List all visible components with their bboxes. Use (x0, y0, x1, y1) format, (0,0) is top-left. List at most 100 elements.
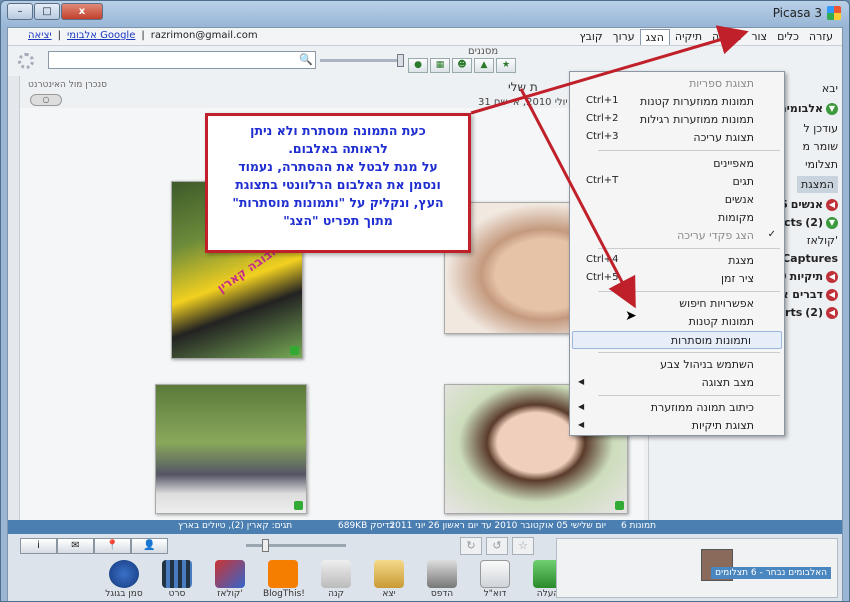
menu-item[interactable]: תמונות קטנות (570, 313, 784, 331)
shop-button[interactable]: קנה (316, 560, 356, 599)
tree-item-albums[interactable]: ▼ אלבומים (779, 100, 838, 117)
person-icon[interactable]: 👤 (131, 538, 168, 554)
sync-label: סנכרן מול האינטרנט (28, 80, 108, 90)
menu-item[interactable]: תמונות ממוזערות רגילות Ctrl+2 (570, 111, 784, 129)
tree-label: אלבומים (778, 102, 823, 115)
blog-button[interactable]: BlogThis! (263, 560, 305, 599)
zoom-slider[interactable] (246, 539, 346, 552)
menu-item[interactable]: כיתוב תמונה ממוזערת ◀ (570, 399, 784, 417)
expand-icon[interactable]: ▼ (826, 102, 838, 115)
uploaded-badge-icon (290, 346, 299, 355)
filter-location-icon[interactable]: ● (408, 58, 428, 73)
folder-icon (374, 560, 404, 588)
tree-item[interactable]: שומר מ (803, 138, 838, 155)
album-date: 31 יולי 2010, אי שם (478, 97, 568, 108)
movie-button[interactable]: סרט (157, 560, 197, 599)
menu-folder[interactable]: תיקיה (670, 29, 707, 45)
status-range: יום שלישי 05 אוקטובר 2010 עד יום ראשון 2… (389, 521, 606, 531)
menu-separator (598, 150, 780, 151)
tree-import[interactable]: יבא (822, 80, 838, 97)
status-tags: תגים: קארין (2), טיולים בארץ (178, 521, 293, 531)
callout-line: לראותה באלבום. (288, 141, 388, 156)
location-pin-icon[interactable]: 📍 (94, 538, 131, 554)
filter-movie-icon[interactable]: ▦ (430, 58, 450, 73)
logout-link[interactable]: יציאה (28, 30, 52, 41)
menu-picture[interactable]: תמונה (707, 29, 746, 45)
sync-toggle[interactable]: ○ (30, 94, 62, 106)
menu-item[interactable]: מצב תצוגה ◀ (570, 374, 784, 392)
tree-item[interactable]: קולאז' (807, 232, 838, 249)
menu-item-show-hidden[interactable]: ותמונות מוסתרות (572, 331, 782, 349)
collapse-icon[interactable]: ◀ (826, 198, 838, 211)
menu-item-label: תצוגת ספריות (689, 77, 754, 90)
expand-icon[interactable]: ▼ (826, 216, 838, 229)
search-icon[interactable]: 🔍 (299, 53, 313, 66)
menu-help[interactable]: עזרה (804, 29, 838, 45)
info-icon[interactable]: i (20, 538, 57, 554)
menu-item[interactable]: ציר זמן Ctrl+5 (570, 270, 784, 288)
tag-icon[interactable]: ✉ (57, 538, 94, 554)
menu-item-label: אנשים (724, 193, 754, 206)
collapse-icon[interactable]: ◀ (826, 288, 838, 301)
collage-button[interactable]: קולאז' (210, 560, 250, 599)
menu-item[interactable]: תצוגת עריכה Ctrl+3 (570, 129, 784, 147)
account-sep-2: | (141, 30, 145, 41)
menu-create[interactable]: צור (746, 29, 772, 45)
filter-faces-icon[interactable]: ☻ (452, 58, 472, 73)
menu-item[interactable]: תמונות ממוזערות קטנות Ctrl+1 (570, 93, 784, 111)
email-button[interactable]: דוא"ל (475, 560, 515, 599)
rotate-left-icon[interactable]: ↺ (486, 537, 508, 555)
tree-item[interactable]: עודכן ל (804, 120, 838, 137)
collapse-icon[interactable]: ◀ (826, 270, 838, 283)
menu-item[interactable]: תצוגת תיקיות ◀ (570, 417, 784, 435)
print-button[interactable]: הדפס (422, 560, 462, 599)
menu-item-label: תמונות ממוזערות קטנות (640, 95, 754, 108)
menu-item[interactable]: מצגת Ctrl+4 (570, 252, 784, 270)
tree-item[interactable]: ◀ דברים או (777, 286, 838, 303)
menu-shortcut: Ctrl+2 (586, 113, 619, 124)
menu-tools[interactable]: כלים (772, 29, 804, 45)
tree-item-selected[interactable]: המצגת (797, 176, 838, 193)
callout-line: ונסמן את האלבום הרלוונטי בתצוגת (235, 177, 441, 192)
close-button[interactable]: x (61, 3, 103, 20)
tree-label: Captures (782, 252, 838, 265)
filter-starred-icon[interactable]: ★ (496, 58, 516, 73)
picasa-logo-icon (827, 6, 841, 20)
google-albums-link[interactable]: אלבומי Google (67, 30, 135, 41)
tree-label: עודכן ל (803, 122, 838, 135)
menu-item[interactable]: אפשרויות חיפוש (570, 295, 784, 313)
callout-line: מתוך תפריט "הצג" (283, 213, 393, 228)
export-button[interactable]: יצא (369, 560, 409, 599)
filter-uploaded-icon[interactable]: ▲ (474, 58, 494, 73)
menu-item[interactable]: השתמש בניהול צבע (570, 356, 784, 374)
menu-edit[interactable]: ערוך (608, 29, 640, 45)
photo-thumbnail[interactable] (155, 384, 307, 514)
menu-item[interactable]: תגים Ctrl+T (570, 173, 784, 191)
search-input[interactable]: 🔍 (48, 51, 316, 69)
zoom-slider-knob[interactable] (262, 539, 269, 552)
menu-view[interactable]: הצג (639, 29, 670, 45)
tree-item[interactable]: תצלומי (805, 156, 838, 173)
bottom-panel: i ✉ 📍 👤 ↻ ↺ ☆ סמן בגוגל סרט קולאז' BlogT… (8, 534, 842, 601)
collapse-icon[interactable]: ◀ (826, 306, 838, 319)
menu-item[interactable]: הצג פקדי עריכה ✓ (570, 227, 784, 245)
tree-item[interactable]: Captures (782, 250, 838, 267)
geotag-button[interactable]: סמן בגוגל (104, 560, 144, 599)
filter-slider-knob[interactable] (397, 54, 404, 67)
menu-item[interactable]: מקומות (570, 209, 784, 227)
menu-separator (598, 395, 780, 396)
star-toggle-icon[interactable]: ☆ (512, 537, 534, 555)
tree-import-label: יבא (821, 82, 838, 95)
menu-bar: יציאה | אלבומי Google | razrimon@gmail.c… (8, 28, 842, 46)
menu-item-label: תצוגת עריכה (693, 131, 754, 144)
filter-slider[interactable] (320, 54, 404, 67)
minimize-button[interactable]: – (7, 3, 33, 20)
blogger-icon (268, 560, 298, 588)
rotate-right-icon[interactable]: ↻ (460, 537, 482, 555)
left-scroll-strip[interactable] (8, 76, 20, 538)
menu-file[interactable]: קובץ (575, 29, 608, 45)
menu-item[interactable]: אנשים (570, 191, 784, 209)
menu-item[interactable]: מאפיינים (570, 155, 784, 173)
menu-item[interactable]: תצוגת ספריות (570, 75, 784, 93)
maximize-button[interactable]: □ (34, 3, 60, 20)
